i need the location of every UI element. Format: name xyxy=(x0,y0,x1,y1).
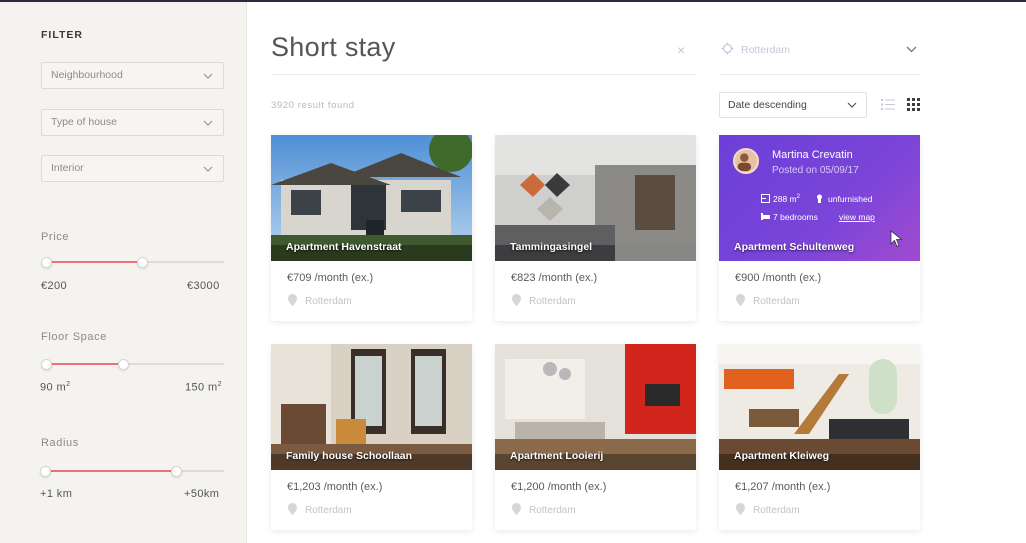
floor-max-handle[interactable] xyxy=(118,359,129,370)
radius-min-handle[interactable] xyxy=(40,466,51,477)
filter-sidebar: FILTER Neighbourhood Type of house Inter… xyxy=(0,2,247,543)
price-slider-track[interactable] xyxy=(46,261,224,263)
listing-city: Rotterdam xyxy=(529,296,576,307)
location-pin-icon xyxy=(288,503,297,515)
chevron-down-icon xyxy=(203,120,213,126)
listing-city: Rotterdam xyxy=(529,505,576,516)
location-target-icon xyxy=(721,42,734,55)
listing-title: Family house Schoollaan xyxy=(286,450,413,462)
neighbourhood-select-label: Neighbourhood xyxy=(51,69,123,81)
floor-space-label: Floor Space xyxy=(41,331,107,343)
listing-price: €900 /month (ex.) xyxy=(735,272,822,284)
sort-select-label: Date descending xyxy=(728,99,807,111)
listing-card[interactable]: Apartment Havenstraat €709 /month (ex.) … xyxy=(271,135,472,321)
bedrooms-value: 7 bedrooms xyxy=(773,212,818,222)
interior-select[interactable]: Interior xyxy=(41,155,224,182)
price-min-handle[interactable] xyxy=(41,257,52,268)
location-select[interactable]: Rotterdam xyxy=(741,44,790,56)
floor-min-handle[interactable] xyxy=(41,359,52,370)
price-min-value: €200 xyxy=(41,280,68,292)
location-pin-icon xyxy=(736,294,745,306)
neighbourhood-select[interactable]: Neighbourhood xyxy=(41,62,224,89)
listing-title: Apartment Schultenweg xyxy=(734,241,855,253)
price-max-value: €3000 xyxy=(187,280,220,292)
sort-select[interactable]: Date descending xyxy=(719,92,867,118)
price-label: Price xyxy=(41,231,70,243)
result-count: 3920 result found xyxy=(271,100,355,111)
price-slider-fill xyxy=(46,261,142,263)
radius-slider-fill xyxy=(46,470,177,472)
furnish-value: unfurnished xyxy=(828,194,873,204)
listing-city: Rotterdam xyxy=(753,296,800,307)
location-underline xyxy=(719,74,920,75)
listing-price: €823 /month (ex.) xyxy=(511,272,598,284)
house-type-select-label: Type of house xyxy=(51,116,117,128)
listing-title: Apartment Havenstraat xyxy=(286,241,402,253)
posted-date: Posted on 05/09/17 xyxy=(772,165,859,176)
listing-price: €1,207 /month (ex.) xyxy=(735,481,831,493)
chevron-down-icon xyxy=(203,73,213,79)
location-pin-icon xyxy=(288,294,297,306)
grid-view-icon[interactable] xyxy=(907,98,920,111)
house-type-select[interactable]: Type of house xyxy=(41,109,224,136)
listing-city: Rotterdam xyxy=(753,505,800,516)
radius-max-value: +50km xyxy=(184,488,220,500)
floor-plan-icon xyxy=(761,194,770,203)
floor-slider-track[interactable] xyxy=(46,363,224,365)
price-max-handle[interactable] xyxy=(137,257,148,268)
area-value: 288 m2 xyxy=(773,194,800,204)
location-pin-icon xyxy=(512,503,521,515)
filter-title: FILTER xyxy=(41,29,83,41)
listing-card[interactable]: Family house Schoollaan €1,203 /month (e… xyxy=(271,344,472,530)
listing-card[interactable]: Apartment Kleiweg €1,207 /month (ex.) Ro… xyxy=(719,344,920,530)
radius-slider-track[interactable] xyxy=(46,470,224,472)
listing-title: Apartment Looierij xyxy=(510,450,604,462)
listing-price: €1,200 /month (ex.) xyxy=(511,481,607,493)
floor-min-value: 90 m2 xyxy=(40,381,71,394)
listing-card[interactable]: Tammingasingel €823 /month (ex.) Rotterd… xyxy=(495,135,696,321)
agent-name: Martina Crevatin xyxy=(772,149,853,161)
search-underline xyxy=(271,74,696,75)
radius-min-value: +1 km xyxy=(40,488,73,500)
chevron-down-icon[interactable] xyxy=(905,43,918,55)
clear-search-icon[interactable]: × xyxy=(677,42,685,58)
location-pin-icon xyxy=(512,294,521,306)
listing-price: €1,203 /month (ex.) xyxy=(287,481,383,493)
radius-label: Radius xyxy=(41,437,79,449)
floor-slider-fill xyxy=(46,363,123,365)
listing-title: Tammingasingel xyxy=(510,241,593,253)
interior-select-label: Interior xyxy=(51,162,84,174)
bed-icon xyxy=(761,213,770,220)
view-map-link[interactable]: view map xyxy=(839,212,875,222)
chevron-down-icon xyxy=(203,166,213,172)
listing-title: Apartment Kleiweg xyxy=(734,450,830,462)
listing-price: €709 /month (ex.) xyxy=(287,272,374,284)
listing-card-hovered[interactable]: Martina Crevatin Posted on 05/09/17 288 … xyxy=(719,135,920,321)
location-pin-icon xyxy=(736,503,745,515)
mouse-cursor-icon xyxy=(890,230,903,248)
listing-city: Rotterdam xyxy=(305,505,352,516)
search-input[interactable]: Short stay xyxy=(271,32,396,63)
listing-card[interactable]: Apartment Looierij €1,200 /month (ex.) R… xyxy=(495,344,696,530)
listing-city: Rotterdam xyxy=(305,296,352,307)
radius-max-handle[interactable] xyxy=(171,466,182,477)
agent-avatar xyxy=(733,148,759,174)
chevron-down-icon xyxy=(847,102,857,108)
list-view-icon[interactable] xyxy=(881,98,895,111)
plant-icon xyxy=(817,194,822,203)
floor-max-value: 150 m2 xyxy=(185,381,222,394)
